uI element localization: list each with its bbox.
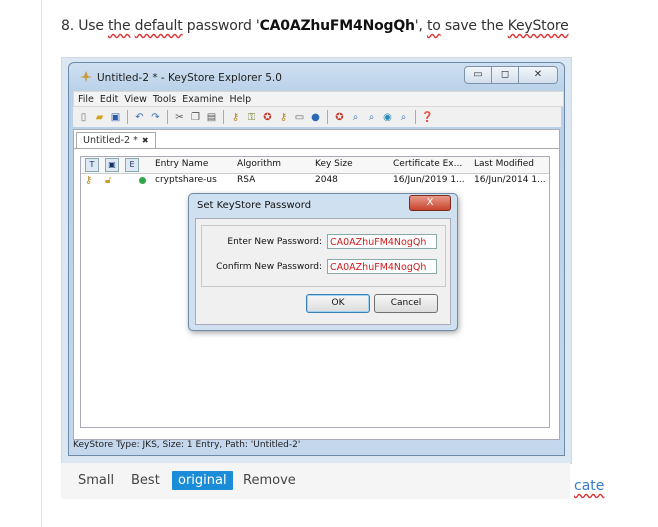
status-bar: KeyStore Type: JKS, Size: 1 Entry, Path:…: [73, 440, 301, 450]
toolbar-separator: [127, 110, 128, 124]
image-size-toolbar: Small Best original Remove: [61, 463, 570, 499]
minimize-icon[interactable]: ▭: [464, 66, 492, 84]
step-caption: 8. Use the default password 'CA0AZhuFM4N…: [61, 18, 569, 34]
side-link[interactable]: cate: [574, 478, 604, 494]
window-title: Untitled-2 * - KeyStore Explorer 5.0: [97, 72, 282, 84]
enter-password-label: Enter New Password:: [227, 237, 322, 247]
unlocked-icon: 🔓︎: [105, 175, 112, 186]
toolbar-separator: [327, 110, 328, 124]
menu-examine[interactable]: Examine: [182, 94, 223, 105]
keypair-entry-icon: ⚷: [85, 175, 93, 186]
column-certificate-expiry[interactable]: Certificate Ex...: [393, 159, 462, 169]
size-best-button[interactable]: Best: [131, 473, 160, 488]
examine-clipboard-icon[interactable]: ⌕: [364, 110, 379, 125]
window-controls: ▭ ◻ ✕: [464, 66, 558, 84]
algorithm-cell: RSA: [237, 175, 256, 185]
examine-csr-icon[interactable]: ⌕: [396, 110, 411, 125]
maximize-icon[interactable]: ◻: [491, 66, 519, 84]
cert-expiry-cell: 16/Jun/2019 1...: [393, 175, 465, 185]
close-tab-icon[interactable]: ✖: [142, 136, 149, 145]
examine-cert-icon[interactable]: ✪: [332, 110, 347, 125]
copy-icon[interactable]: ❐: [188, 110, 203, 125]
examine-ssl-icon[interactable]: ◉: [380, 110, 395, 125]
dialog-body: Enter New Password: CA0AZhuFM4NogQh Conf…: [195, 218, 451, 325]
paste-icon[interactable]: ▤: [204, 110, 219, 125]
close-window-icon[interactable]: ✕: [518, 66, 558, 84]
column-entry-name[interactable]: Entry Name: [155, 159, 208, 169]
toolbar-separator: [223, 110, 224, 124]
column-key-size[interactable]: Key Size: [315, 159, 353, 169]
generate-keypair-icon[interactable]: ⚷: [228, 110, 243, 125]
keystore-app-icon: [80, 71, 92, 83]
menu-view[interactable]: View: [124, 94, 147, 105]
column-algorithm[interactable]: Algorithm: [237, 159, 281, 169]
menu-edit[interactable]: Edit: [100, 94, 118, 105]
table-header: T ▣ E Entry Name Algorithm Key Size Cert…: [81, 157, 549, 174]
ok-button[interactable]: OK: [306, 294, 370, 313]
properties-icon[interactable]: ●: [308, 110, 323, 125]
new-keystore-icon[interactable]: ▯: [76, 110, 91, 125]
tab-untitled-2[interactable]: Untitled-2 * ✖: [76, 132, 156, 148]
status-valid-icon: [139, 177, 146, 184]
generate-secret-key-icon[interactable]: ⚿: [244, 110, 259, 125]
key-size-cell: 2048: [315, 175, 338, 185]
menu-help[interactable]: Help: [229, 94, 251, 105]
enter-password-field[interactable]: CA0AZhuFM4NogQh: [327, 234, 437, 249]
dialog-title: Set KeyStore Password: [197, 200, 312, 211]
toolbar-separator: [415, 110, 416, 124]
undo-icon[interactable]: ↶: [132, 110, 147, 125]
screenshot-image[interactable]: Untitled-2 * - KeyStore Explorer 5.0 ▭ ◻…: [61, 57, 572, 464]
confirm-password-field[interactable]: CA0AZhuFM4NogQh: [327, 259, 437, 274]
examine-file-icon[interactable]: ⌕: [348, 110, 363, 125]
cancel-button[interactable]: Cancel: [374, 294, 438, 313]
entry-name-cell: cryptshare-us: [155, 175, 217, 185]
redo-icon[interactable]: ↷: [148, 110, 163, 125]
remove-image-button[interactable]: Remove: [243, 473, 296, 488]
save-keystore-icon[interactable]: ▣: [108, 110, 123, 125]
cut-icon[interactable]: ✂: [172, 110, 187, 125]
open-keystore-icon[interactable]: ▰: [92, 110, 107, 125]
confirm-password-label: Confirm New Password:: [216, 262, 322, 272]
last-modified-cell: 16/Jun/2014 1...: [474, 175, 546, 185]
dialog-close-icon[interactable]: X: [409, 195, 451, 211]
column-type-header[interactable]: T: [85, 158, 99, 172]
size-original-button[interactable]: original: [172, 471, 233, 490]
set-keystore-password-dialog: Set KeyStore Password X Enter New Passwo…: [188, 193, 458, 331]
size-small-button[interactable]: Small: [78, 473, 114, 488]
password-fields-group: Enter New Password: CA0AZhuFM4NogQh Conf…: [201, 225, 446, 287]
column-last-modified[interactable]: Last Modified: [474, 159, 534, 169]
import-keypair-icon[interactable]: ⚷: [276, 110, 291, 125]
menu-tools[interactable]: Tools: [153, 94, 176, 105]
menu-bar: File Edit View Tools Examine Help: [73, 91, 564, 107]
menu-file[interactable]: File: [78, 94, 94, 105]
page-left-divider: [41, 0, 42, 527]
import-trusted-cert-icon[interactable]: ✪: [260, 110, 275, 125]
set-password-icon[interactable]: ▭: [292, 110, 307, 125]
column-expiry-header[interactable]: E: [125, 158, 139, 172]
toolbar-separator: [167, 110, 168, 124]
password-text: CA0AZhuFM4NogQh: [259, 18, 415, 34]
help-icon[interactable]: ❓: [420, 110, 435, 125]
tab-underline: [74, 148, 559, 149]
table-row[interactable]: ⚷ 🔓︎ cryptshare-us RSA 2048 16/Jun/2019 …: [81, 174, 549, 188]
toolbar: ▯ ▰ ▣ ↶ ↷ ✂ ❐ ▤ ⚷ ⚿ ✪ ⚷ ▭ ● ✪ ⌕ ⌕ ◉ ⌕ ❓: [73, 107, 561, 127]
column-lock-icon[interactable]: ▣: [105, 158, 119, 172]
keystore-explorer-window: Untitled-2 * - KeyStore Explorer 5.0 ▭ ◻…: [68, 62, 565, 456]
